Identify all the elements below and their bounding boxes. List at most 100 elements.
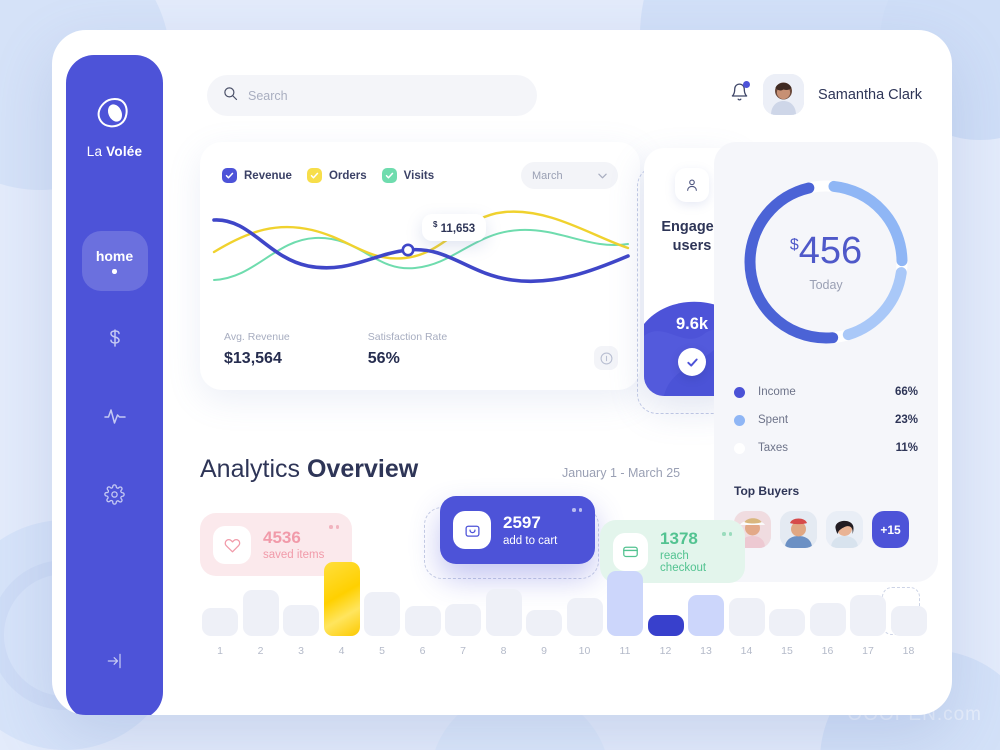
bar-column[interactable]: 9 [526, 610, 562, 657]
bar[interactable] [566, 598, 603, 636]
metric-card-menu-dots[interactable] [722, 532, 732, 536]
bar-column[interactable]: 11 [607, 571, 643, 657]
app-window: La Volée home Search Samantha Clark Reve… [52, 30, 952, 715]
legend-pct-income: 66% [894, 386, 918, 398]
top-buyers-more-badge[interactable]: +15 [872, 511, 909, 548]
legend-pct-taxes: 11% [895, 442, 918, 454]
bar-column[interactable]: 5 [364, 592, 400, 657]
legend-item-visits[interactable]: Visits [381, 168, 435, 183]
month-dropdown[interactable]: March [521, 162, 618, 189]
brand-bold: Volée [106, 144, 143, 159]
chart-stats: Avg. Revenue $13,564 Satisfaction Rate 5… [224, 331, 447, 368]
bar[interactable] [526, 610, 562, 636]
legend-dot-spent [734, 414, 745, 426]
bar-label: 9 [541, 645, 547, 657]
chart-highlight-point [401, 243, 415, 257]
info-icon[interactable] [594, 346, 618, 370]
bar[interactable] [647, 615, 684, 636]
bar[interactable] [445, 604, 481, 636]
revenue-chart-card: Revenue Orders Visits March $ 11,653 Avg… [200, 142, 640, 390]
shopping-bag-icon [453, 511, 491, 549]
stat-avg-revenue: Avg. Revenue $13,564 [224, 331, 290, 368]
bar[interactable] [688, 595, 724, 636]
chart-legend: Revenue Orders Visits March [222, 162, 618, 189]
legend-name-income: Income [758, 386, 796, 398]
bell-icon[interactable] [730, 81, 751, 107]
bar[interactable] [323, 562, 360, 636]
bar-label: 2 [257, 645, 264, 657]
bar-column[interactable]: 12 [647, 615, 684, 657]
bar-column[interactable]: 17 [850, 595, 886, 657]
legend-item-revenue[interactable]: Revenue [222, 168, 292, 183]
sidebar-item-finance[interactable] [102, 325, 128, 351]
bar-column[interactable]: 7 [445, 604, 481, 657]
bar[interactable] [809, 603, 846, 636]
checkbox-orders[interactable] [306, 168, 322, 183]
avatar[interactable] [763, 74, 805, 115]
bar-column[interactable]: 4 [323, 562, 360, 657]
heart-icon [213, 525, 251, 564]
tooltip-value: 11,653 [440, 222, 476, 235]
search-bar[interactable] [207, 75, 537, 116]
bar[interactable] [890, 606, 927, 636]
legend-row-spent: Spent 23% [734, 406, 918, 434]
brand-light: La [86, 144, 107, 159]
bar[interactable] [728, 598, 765, 636]
stat-satisfaction: Satisfaction Rate 56% [368, 331, 447, 368]
tooltip-currency: $ [433, 220, 438, 229]
metric-card-menu-dots[interactable] [572, 508, 582, 512]
top-buyers-title: Top Buyers [734, 484, 800, 498]
bar-column[interactable]: 3 [283, 605, 319, 657]
sidebar-item-activity[interactable] [102, 403, 128, 429]
stat-avg-revenue-value: $13,564 [224, 350, 282, 367]
bar-column[interactable]: 14 [728, 598, 765, 657]
donut-center: $456 Today [734, 170, 918, 354]
bar-label: 17 [862, 645, 874, 657]
sidebar-item-settings[interactable] [102, 481, 128, 507]
bar[interactable] [850, 595, 886, 636]
bar[interactable] [364, 592, 400, 636]
bar-label: 15 [781, 645, 793, 657]
bar[interactable] [242, 590, 279, 636]
chevron-down-icon [598, 170, 607, 182]
stat-satisfaction-label: Satisfaction Rate [367, 331, 448, 343]
search-input[interactable] [248, 88, 521, 103]
bar-label: 16 [821, 645, 834, 657]
bar-column[interactable]: 16 [809, 603, 846, 657]
bar-column[interactable]: 10 [566, 598, 603, 657]
active-indicator-dot [112, 269, 117, 274]
legend-label-visits: Visits [403, 169, 435, 182]
metric-card-add-to-cart[interactable]: 2597 add to cart [440, 496, 595, 564]
sidebar-nav-icons [102, 325, 128, 507]
sidebar-item-logout[interactable] [104, 651, 126, 676]
bar-label: 4 [338, 645, 345, 657]
bar-column[interactable]: 15 [769, 609, 805, 657]
legend-item-orders[interactable]: Orders [306, 168, 367, 183]
donut-subtitle: Today [809, 278, 843, 292]
check-icon[interactable] [678, 348, 706, 376]
donut-amount: 456 [798, 230, 863, 272]
bar[interactable] [202, 608, 238, 636]
brand-name: La Volée [87, 144, 142, 159]
bar-column[interactable]: 8 [485, 589, 522, 657]
metric-card-menu-dots[interactable] [329, 525, 339, 529]
buyer-avatar-3[interactable] [826, 511, 863, 548]
bar-label: 13 [700, 645, 712, 657]
bar[interactable] [404, 606, 441, 636]
bar-label: 10 [578, 645, 591, 657]
bar-column[interactable]: 6 [404, 606, 441, 657]
volley-logo-icon [95, 93, 135, 133]
sidebar-item-home[interactable]: home [81, 231, 148, 291]
bar-column[interactable]: 2 [242, 590, 279, 657]
bar[interactable] [283, 605, 319, 636]
buyer-avatar-2[interactable] [780, 511, 817, 548]
bar[interactable] [769, 609, 805, 636]
month-dropdown-value: March [532, 169, 563, 182]
bar-column[interactable]: 13 [688, 595, 724, 657]
checkbox-revenue[interactable] [222, 168, 237, 183]
bar[interactable] [607, 571, 643, 636]
bar-column[interactable]: 1 [202, 608, 238, 657]
bar-column[interactable]: 18 [890, 606, 927, 657]
bar[interactable] [485, 589, 522, 636]
checkbox-visits[interactable] [381, 168, 397, 183]
